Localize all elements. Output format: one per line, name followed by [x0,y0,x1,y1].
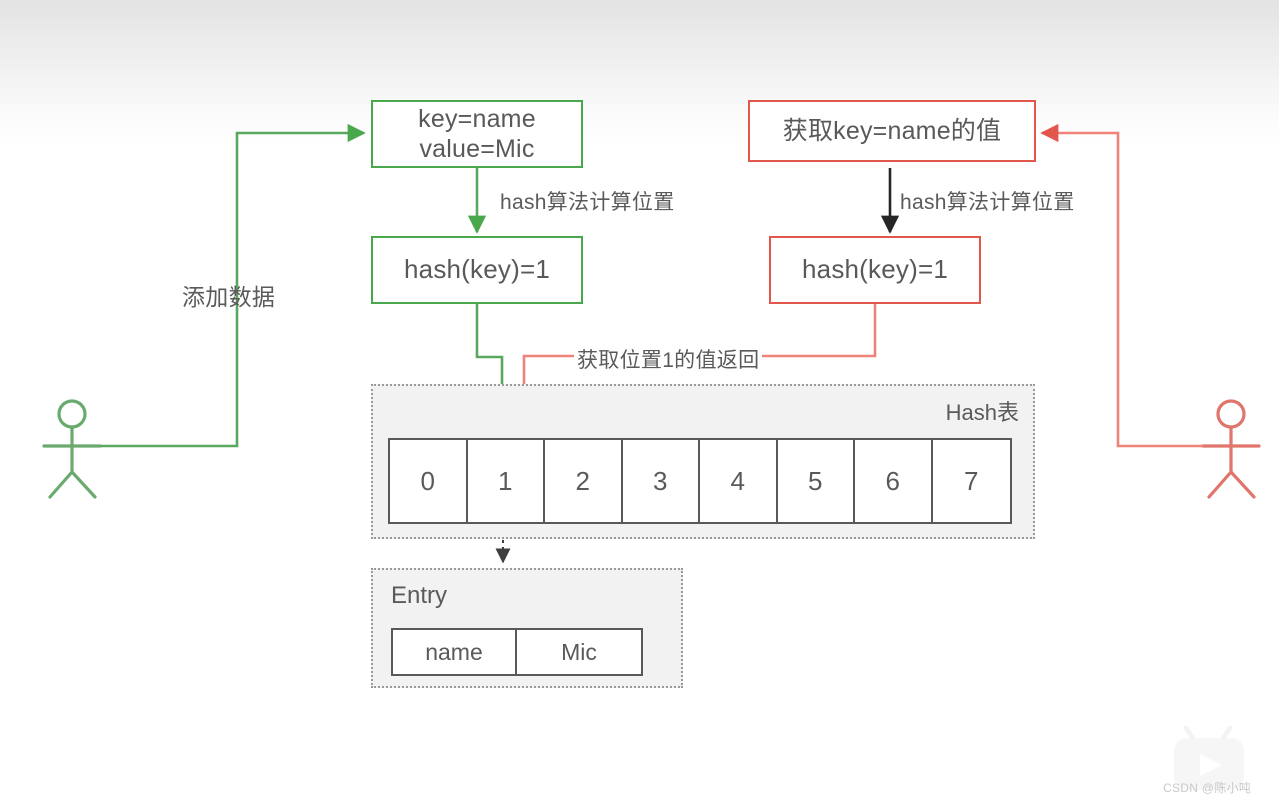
node-put-input[interactable]: key=name value=Mic [371,100,583,168]
node-get-request-label: 获取key=name的值 [782,116,1002,145]
edge-label-get-hash: hash算法计算位置 [900,191,1075,214]
hash-table-title: Hash表 [945,400,1019,425]
diagram-canvas: key=name value=Mic hash(key)=1 获取key=nam… [0,0,1279,803]
hash-cell[interactable]: 0 [390,440,468,522]
edge-get-request [1040,123,1203,448]
hash-cell[interactable]: 2 [545,440,623,522]
hash-table-cells: 0 1 2 3 4 5 6 7 [388,438,1012,524]
hash-cell[interactable]: 6 [855,440,933,522]
hash-cell[interactable]: 4 [700,440,778,522]
hash-cell[interactable]: 1 [467,440,545,522]
hash-cell[interactable]: 7 [932,440,1010,522]
edge-label-get-return: 获取位置1的值返回 [574,344,763,374]
entry-cells: name Mic [391,628,643,676]
hash-cell[interactable]: 3 [622,440,700,522]
node-put-hash[interactable]: hash(key)=1 [371,236,583,304]
node-get-hash-label: hash(key)=1 [802,254,948,285]
hash-cell[interactable]: 5 [777,440,855,522]
entry-value-cell[interactable]: Mic [517,630,641,674]
entry-title: Entry [391,582,448,609]
watermark-text: CSDN @陈小吨 [1163,781,1252,795]
hash-table-container: Hash表 0 1 2 3 4 5 6 7 [371,384,1035,539]
actor-put-icon [42,399,102,499]
node-put-hash-label: hash(key)=1 [404,254,550,285]
edge-label-add-data: 添加数据 [182,284,276,310]
edge-label-put-hash: hash算法计算位置 [500,191,675,214]
node-get-request[interactable]: 获取key=name的值 [748,100,1036,162]
node-get-hash[interactable]: hash(key)=1 [769,236,981,304]
actor-get-icon [1201,399,1261,499]
node-put-input-line1: key=name [418,104,536,133]
node-put-input-line2: value=Mic [419,135,535,163]
entry-box: Entry name Mic [371,568,683,688]
entry-key-cell[interactable]: name [393,630,517,674]
